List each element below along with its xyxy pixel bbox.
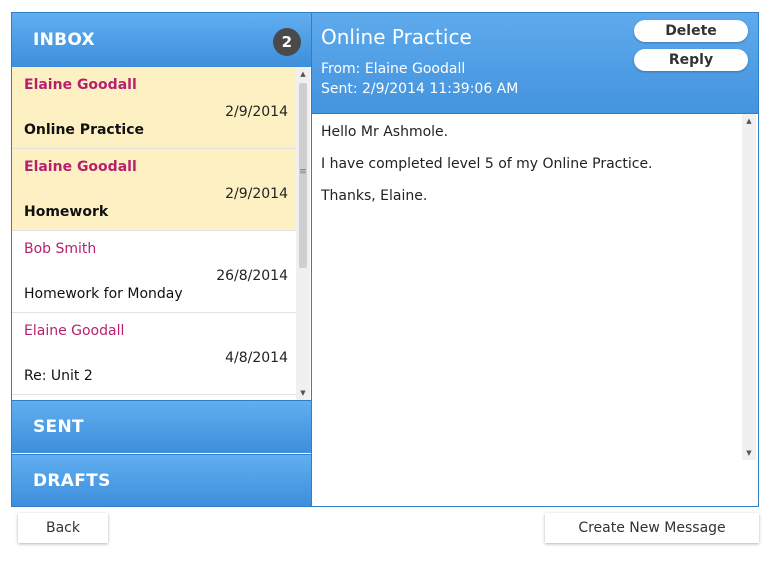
back-button[interactable]: Back — [18, 513, 108, 543]
scrollbar-thumb[interactable]: ≡ — [299, 83, 307, 268]
grip-icon: ≡ — [299, 167, 307, 177]
message-date: 2/9/2014 — [225, 104, 288, 120]
drafts-folder[interactable]: DRAFTS — [12, 454, 311, 506]
up-arrow-icon[interactable]: ▲ — [296, 70, 310, 78]
sent-folder[interactable]: SENT — [12, 400, 311, 453]
message-view: Online Practice From: Elaine Goodall Sen… — [312, 13, 758, 506]
messaging-window: INBOX 2 Elaine Goodall 2/9/2014 Online P… — [11, 12, 759, 507]
body-line: Thanks, Elaine. — [321, 188, 428, 204]
reply-button[interactable]: Reply — [634, 49, 748, 71]
drafts-label: DRAFTS — [33, 470, 111, 491]
message-sent-time: Sent: 2/9/2014 11:39:06 AM — [321, 81, 519, 97]
message-subject: Online Practice — [24, 122, 144, 138]
message-date: 2/9/2014 — [225, 186, 288, 202]
message-sender: Bob Smith — [24, 241, 97, 257]
message-subject: Re: Unit 2 — [24, 368, 93, 384]
body-line: Hello Mr Ashmole. — [321, 124, 449, 140]
message-body: Hello Mr Ashmole. I have completed level… — [312, 114, 742, 460]
unread-count-badge: 2 — [273, 28, 301, 56]
message-sender: Elaine Goodall — [24, 159, 137, 175]
message-sender: Elaine Goodall — [24, 323, 125, 339]
message-header: Online Practice From: Elaine Goodall Sen… — [312, 13, 758, 114]
message-list: Elaine Goodall 2/9/2014 Online Practice … — [12, 67, 296, 400]
sent-label: SENT — [33, 417, 84, 437]
message-subject: Homework — [24, 204, 109, 220]
inbox-folder[interactable]: INBOX 2 — [12, 13, 311, 67]
message-title: Online Practice — [321, 25, 472, 49]
create-new-message-button[interactable]: Create New Message — [545, 513, 759, 543]
message-subject: Homework for Monday — [24, 286, 183, 302]
message-item[interactable]: Elaine Goodall 4/8/2014 Re: Unit 2 — [12, 313, 296, 395]
body-line: I have completed level 5 of my Online Pr… — [321, 156, 653, 172]
up-arrow-icon[interactable]: ▲ — [742, 117, 756, 125]
message-sender: Elaine Goodall — [24, 77, 137, 93]
inbox-label: INBOX — [33, 30, 95, 50]
message-date: 26/8/2014 — [216, 268, 288, 284]
message-item[interactable]: Elaine Goodall 2/9/2014 Online Practice — [12, 67, 296, 149]
message-body-scrollbar[interactable]: ▲ ▼ — [742, 114, 756, 460]
message-item[interactable]: Bob Smith 26/8/2014 Homework for Monday — [12, 231, 296, 313]
down-arrow-icon[interactable]: ▼ — [742, 449, 756, 457]
message-list-scrollbar[interactable]: ▲ ≡ ▼ — [296, 67, 310, 400]
message-from: From: Elaine Goodall — [321, 61, 466, 77]
delete-button[interactable]: Delete — [634, 20, 748, 42]
folder-panel: INBOX 2 Elaine Goodall 2/9/2014 Online P… — [12, 13, 312, 506]
message-date: 4/8/2014 — [225, 350, 288, 366]
message-item[interactable]: Elaine Goodall 2/9/2014 Homework — [12, 149, 296, 231]
down-arrow-icon[interactable]: ▼ — [296, 389, 310, 397]
